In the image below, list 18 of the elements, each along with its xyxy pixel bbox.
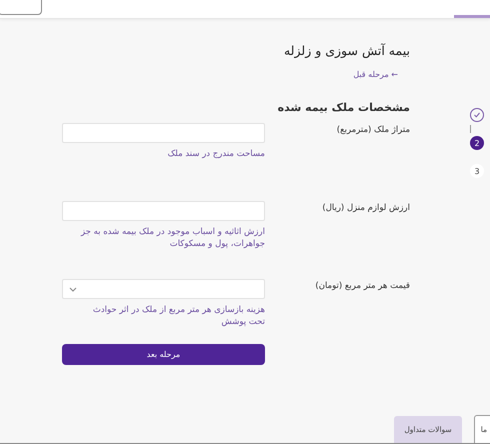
section-title: مشخصات ملک بیمه شده [278, 101, 410, 114]
back-link[interactable]: ← مرحله قبل [353, 70, 398, 79]
step-circle: 2 [470, 136, 484, 150]
logo-tab-underline [454, 15, 490, 18]
step-circle: 3 [470, 164, 484, 178]
field-label: ارزش لوازم منزل (ریال) [321, 202, 410, 215]
select-field[interactable] [62, 279, 265, 299]
page-title: بیمه آتش سوزی و زلزله [284, 43, 410, 58]
field-hint: ارزش اثاثیه و اسباب موجود در ملک بیمه شده به جز جواهرات، پول و مسکوکات [80, 226, 265, 252]
field-label: قیمت هر متر مربع (تومان) [314, 280, 410, 293]
input-field[interactable] [62, 201, 265, 221]
header-button[interactable] [0, 0, 42, 15]
chevron-down-icon [69, 286, 77, 292]
input-field[interactable] [62, 123, 265, 143]
field-hint: مساحت مندرج در سند ملک [166, 148, 265, 161]
next-button[interactable]: مرحله بعد [62, 344, 265, 365]
field-label: متراژ ملک (مترمربع) [336, 124, 410, 137]
field-hint: هزینه بازسازی هر متر مربع از ملک در اثر حوادث تحت پوشش [92, 304, 265, 330]
